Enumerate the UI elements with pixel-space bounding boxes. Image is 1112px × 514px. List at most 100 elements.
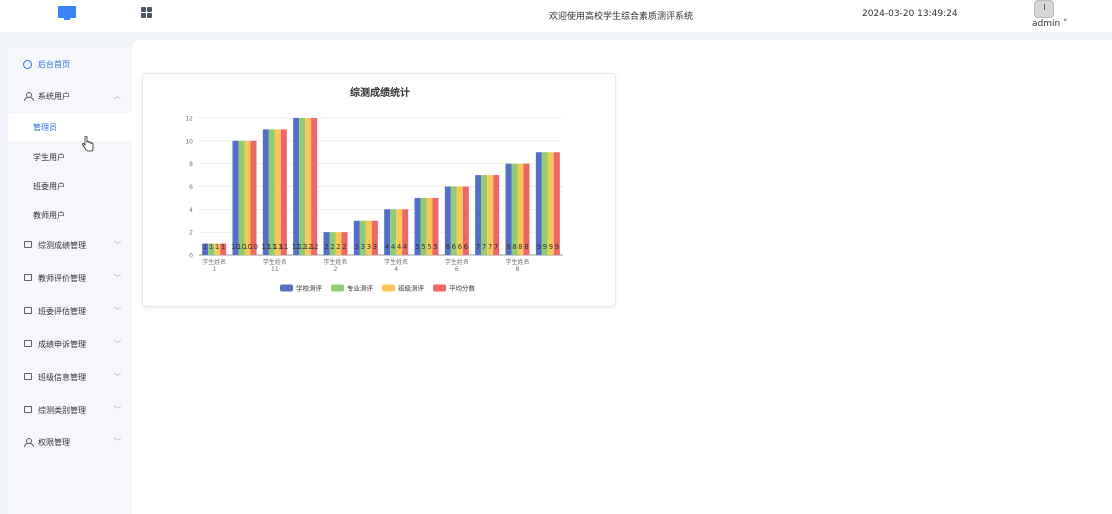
bar-data-label: 6 bbox=[464, 243, 469, 251]
sidebar-item-label: 后台首页 bbox=[38, 60, 70, 69]
bar-data-label: 3 bbox=[373, 243, 377, 251]
bar-data-label: 3 bbox=[355, 243, 359, 251]
bar-data-label: 5 bbox=[421, 243, 425, 251]
bar-学生姓名9-专业测评 bbox=[541, 152, 548, 255]
sidebar-item-teacher-evaluation[interactable]: 教师评价管理 ﹀ bbox=[8, 263, 132, 293]
bar-data-label: 4 bbox=[397, 243, 402, 251]
bar-data-label: 8 bbox=[524, 243, 528, 251]
y-tick-label: 4 bbox=[189, 207, 193, 214]
bar-学生姓名9-班级测评 bbox=[547, 152, 554, 255]
bar-学生姓名11-专业测评 bbox=[238, 140, 245, 255]
grid-menu-icon[interactable] bbox=[141, 7, 152, 18]
user-icon bbox=[23, 92, 34, 101]
bar-data-label: 3 bbox=[367, 243, 371, 251]
x-tick-label: 学生姓名 bbox=[384, 258, 408, 266]
bar-data-label: 6 bbox=[446, 243, 451, 251]
bar-学生姓名11-班级测评 bbox=[244, 140, 251, 255]
sidebar-item-label: 班级信息管理 bbox=[38, 373, 86, 382]
sidebar-item-label: 教师评价管理 bbox=[38, 274, 86, 283]
bar-学生姓名8-平均分数 bbox=[523, 163, 530, 255]
sidebar-item-label: 系统用户 bbox=[38, 92, 70, 101]
sidebar-subitem-admin[interactable]: 管理员 bbox=[8, 113, 132, 141]
score-bar-chart: 综测成绩统计 0246810121 1 1 1 10101010 11111111 1212… bbox=[185, 86, 563, 293]
bar-data-label: 6 bbox=[452, 243, 457, 251]
bar-data-label: 2 bbox=[336, 243, 340, 251]
bar-data-label: 1 bbox=[209, 243, 213, 251]
y-tick-label: 12 bbox=[185, 116, 193, 123]
bar-学生姓名12-平均分数 bbox=[280, 129, 287, 255]
bar-data-label: 3 bbox=[361, 243, 365, 251]
legend-swatch bbox=[382, 284, 395, 292]
bar-data-label: 1 bbox=[221, 243, 225, 251]
x-tick-label: 学生姓名 bbox=[323, 258, 347, 266]
bar-学生姓名12-班级测评 bbox=[274, 129, 281, 255]
box-icon bbox=[23, 373, 32, 381]
chevron-up-icon: ︿ bbox=[114, 92, 121, 100]
sidebar-subitem-student-users[interactable]: 学生用户 bbox=[8, 143, 132, 171]
x-tick-label: 学生姓名 bbox=[505, 258, 529, 266]
bar-学生姓名12-专业测评 bbox=[268, 129, 275, 255]
bar-data-label: 5 bbox=[427, 243, 431, 251]
bar-学生姓名13-专业测评 bbox=[299, 118, 306, 255]
sidebar-item-category-management[interactable]: 综测类别管理 ﹀ bbox=[8, 395, 132, 425]
x-tick-label: 4 bbox=[394, 266, 398, 273]
sidebar-item-system-users[interactable]: 系统用户 ︿ bbox=[8, 81, 132, 111]
legend-label: 平均分数 bbox=[449, 284, 476, 293]
box-icon bbox=[23, 307, 32, 315]
chevron-down-icon: ﹀ bbox=[114, 373, 121, 381]
sidebar-subitem-class-committee-users[interactable]: 班委用户 bbox=[8, 172, 132, 200]
sidebar-subitem-teacher-users[interactable]: 教师用户 bbox=[8, 201, 132, 229]
welcome-title: 欢迎使用高校学生综合素质测评系统 bbox=[549, 12, 694, 22]
sidebar-item-score-appeal[interactable]: 成绩申诉管理 ﹀ bbox=[8, 329, 132, 359]
sidebar-item-home[interactable]: 后台首页 bbox=[8, 49, 132, 79]
hand-cursor-icon bbox=[82, 136, 94, 152]
chevron-down-icon: ﹀ bbox=[114, 241, 121, 249]
bar-data-label: 6 bbox=[458, 243, 463, 251]
avatar[interactable] bbox=[1034, 0, 1054, 18]
sidebar-subitem-label: 管理员 bbox=[33, 123, 57, 132]
y-tick-label: 2 bbox=[189, 230, 193, 237]
user-icon bbox=[23, 438, 34, 447]
bar-学生姓名11-平均分数 bbox=[250, 140, 257, 255]
chevron-down-icon: ﹀ bbox=[114, 340, 121, 348]
sidebar-item-class-info[interactable]: 班级信息管理 ﹀ bbox=[8, 362, 132, 392]
chevron-down-icon: ﹀ bbox=[114, 307, 121, 315]
bar-data-label: 8 bbox=[518, 243, 522, 251]
user-dropdown[interactable]: admin ˅ bbox=[1032, 19, 1068, 29]
sidebar-subitem-label: 教师用户 bbox=[33, 211, 65, 220]
sidebar: 后台首页 系统用户 ︿ 管理员 学生用户 班委用户 教师用户 综测成绩管理 ﹀ … bbox=[8, 47, 132, 514]
bar-data-label: 2 bbox=[342, 243, 346, 251]
bar-data-label: 4 bbox=[403, 243, 408, 251]
bar-学生姓名13-班级测评 bbox=[305, 118, 312, 255]
x-tick-label: 1 bbox=[212, 266, 216, 273]
sidebar-item-label: 综测类别管理 bbox=[38, 406, 86, 415]
bar-data-label: 8 bbox=[512, 243, 516, 251]
x-tick-label: 学生姓名 bbox=[263, 258, 287, 266]
x-tick-label: 8 bbox=[516, 266, 520, 273]
legend-label: 班级测评 bbox=[398, 284, 425, 293]
bar-data-label: 11 bbox=[279, 243, 288, 251]
box-icon bbox=[23, 340, 32, 348]
bar-data-label: 8 bbox=[506, 243, 510, 251]
bar-data-label: 9 bbox=[549, 243, 553, 251]
bar-data-label: 12 bbox=[310, 243, 319, 251]
bar-data-label: 7 bbox=[476, 243, 480, 251]
sidebar-item-permission-management[interactable]: 权限管理 ﹀ bbox=[8, 427, 132, 457]
sidebar-item-label: 成绩申诉管理 bbox=[38, 340, 86, 349]
box-icon bbox=[23, 274, 32, 282]
sidebar-item-score-management[interactable]: 综测成绩管理 ﹀ bbox=[8, 230, 132, 260]
bar-data-label: 4 bbox=[385, 243, 390, 251]
chart-card: 综测成绩统计 0 2 4 6 8 10 12 1 1 1 1 10 10 10 10 11 11 11 11 12 12… bbox=[142, 73, 616, 307]
y-tick-label: 6 bbox=[189, 184, 193, 191]
box-icon bbox=[23, 406, 32, 414]
bar-data-label: 5 bbox=[415, 243, 419, 251]
sidebar-item-committee-assessment[interactable]: 班委评估管理 ﹀ bbox=[8, 296, 132, 326]
bar-学生姓名8-班级测评 bbox=[517, 163, 524, 255]
bar-学生姓名13-平均分数 bbox=[311, 118, 318, 255]
y-tick-label: 8 bbox=[189, 161, 193, 168]
legend-label: 学校测评 bbox=[296, 284, 323, 293]
bar-data-label: 7 bbox=[488, 243, 492, 251]
sidebar-item-label: 综测成绩管理 bbox=[38, 241, 86, 250]
bar-data-label: 4 bbox=[391, 243, 396, 251]
bar-学生姓名9-平均分数 bbox=[553, 152, 560, 255]
